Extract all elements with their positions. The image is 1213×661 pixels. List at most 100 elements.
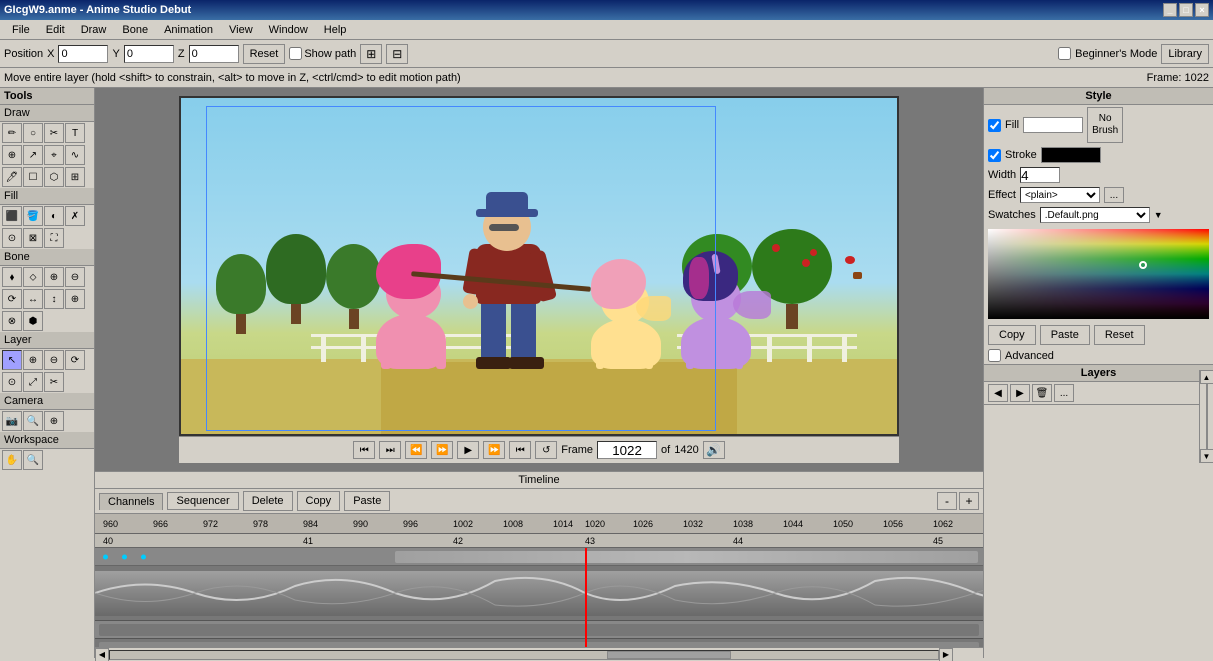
show-path-check[interactable]: Show path — [289, 47, 356, 60]
tool-draw-11[interactable]: ⬡ — [44, 167, 64, 187]
tool-fill-1[interactable]: ⬛ — [2, 206, 22, 226]
scroll-thumb-h[interactable] — [607, 651, 731, 659]
tool-fill-2[interactable]: 🪣 — [23, 206, 43, 226]
tool-draw-5[interactable]: ⊕ — [2, 145, 22, 165]
anim-prev-key[interactable]: ⏭ — [379, 441, 401, 459]
speaker-button[interactable]: 🔊 — [703, 441, 725, 459]
tool-layer-2[interactable]: ⊕ — [23, 350, 43, 370]
tool-camera-1[interactable]: 📷 — [2, 411, 22, 431]
menu-draw[interactable]: Draw — [73, 22, 115, 38]
width-input[interactable] — [1020, 167, 1060, 183]
layer-tool-4[interactable]: ... — [1054, 384, 1074, 402]
tool-camera-3[interactable]: ⊕ — [44, 411, 64, 431]
scroll-right-btn[interactable]: ▶ — [939, 648, 953, 661]
swatches-dropdown-icon[interactable]: ▼ — [1154, 210, 1163, 220]
window-controls[interactable]: _ □ × — [1163, 3, 1209, 17]
scroll-down-btn[interactable]: ▼ — [1200, 449, 1213, 463]
tool-draw-7[interactable]: ⌖ — [44, 145, 64, 165]
tool-draw-8[interactable]: ∿ — [65, 145, 85, 165]
reset-button[interactable]: Reset — [243, 44, 286, 64]
minimize-btn[interactable]: _ — [1163, 3, 1177, 17]
copy-style-btn[interactable]: Copy — [988, 325, 1036, 345]
z-input[interactable] — [189, 45, 239, 63]
y-input[interactable] — [124, 45, 174, 63]
tool-draw-1[interactable]: ✏ — [2, 123, 22, 143]
stroke-color[interactable] — [1041, 147, 1101, 163]
scroll-thumb-v[interactable] — [1206, 384, 1208, 449]
tool-bone-2[interactable]: ⬦ — [23, 267, 43, 287]
color-spectrum[interactable] — [988, 229, 1209, 319]
tool-fill-4[interactable]: ✗ — [65, 206, 85, 226]
tool-layer-7[interactable]: ✂ — [44, 372, 64, 392]
paste-button[interactable]: Paste — [344, 491, 390, 511]
tool-bone-6[interactable]: ↔ — [23, 289, 43, 309]
menu-edit[interactable]: Edit — [38, 22, 73, 38]
tool-bone-10[interactable]: ⬢ — [23, 311, 43, 331]
anim-play[interactable]: ▶ — [457, 441, 479, 459]
scroll-up-btn[interactable]: ▲ — [1200, 370, 1213, 384]
tool-draw-6[interactable]: ↗ — [23, 145, 43, 165]
tool-draw-10[interactable]: ☐ — [23, 167, 43, 187]
close-btn[interactable]: × — [1195, 3, 1209, 17]
frame-input[interactable] — [597, 441, 657, 459]
effect-select[interactable]: <plain> — [1020, 187, 1100, 203]
no-brush-btn[interactable]: NoBrush — [1087, 107, 1123, 143]
tool-layer-4[interactable]: ⟳ — [65, 350, 85, 370]
fill-color[interactable] — [1023, 117, 1083, 133]
reset-style-btn[interactable]: Reset — [1094, 325, 1145, 345]
icon-btn-1[interactable]: ⊞ — [360, 44, 382, 64]
tool-bone-9[interactable]: ⊗ — [2, 311, 22, 331]
effect-more-btn[interactable]: ... — [1104, 187, 1124, 203]
anim-next[interactable]: ⏩ — [431, 441, 453, 459]
icon-btn-2[interactable]: ⊟ — [386, 44, 408, 64]
beginner-mode-checkbox[interactable] — [1058, 47, 1071, 60]
anim-first[interactable]: ⏮ — [353, 441, 375, 459]
tool-fill-3[interactable]: ◐ — [44, 206, 64, 226]
tool-fill-6[interactable]: ⊠ — [23, 228, 43, 248]
timeline-scrollbar-h[interactable]: ◀ ▶ — [95, 647, 983, 661]
tool-bone-4[interactable]: ⊖ — [65, 267, 85, 287]
x-input[interactable] — [58, 45, 108, 63]
canvas-frame[interactable] — [179, 96, 899, 436]
menu-animation[interactable]: Animation — [156, 22, 221, 38]
tool-draw-4[interactable]: T — [65, 123, 85, 143]
tool-camera-2[interactable]: 🔍 — [23, 411, 43, 431]
tab-channels[interactable]: Channels — [99, 493, 163, 510]
layer-tool-3[interactable]: 🗑 — [1032, 384, 1052, 402]
paste-style-btn[interactable]: Paste — [1040, 325, 1090, 345]
tool-draw-3[interactable]: ✂ — [44, 123, 64, 143]
layer-tool-1[interactable]: ◀ — [988, 384, 1008, 402]
maximize-btn[interactable]: □ — [1179, 3, 1193, 17]
anim-prev[interactable]: ⏪ — [405, 441, 427, 459]
tool-bone-7[interactable]: ↕ — [44, 289, 64, 309]
tool-draw-2[interactable]: ○ — [23, 123, 43, 143]
anim-loop[interactable]: ↺ — [535, 441, 557, 459]
advanced-checkbox[interactable] — [988, 349, 1001, 362]
fill-checkbox[interactable] — [988, 119, 1001, 132]
zoom-in[interactable]: + — [959, 492, 979, 510]
beginner-mode-check[interactable]: Beginner's Mode — [1058, 47, 1157, 60]
anim-next-key[interactable]: ⏩ — [483, 441, 505, 459]
timeline-body[interactable] — [95, 548, 983, 647]
anim-last[interactable]: ⏮ — [509, 441, 531, 459]
library-button[interactable]: Library — [1161, 44, 1209, 64]
tool-workspace-2[interactable]: 🔍 — [23, 450, 43, 470]
tool-draw-12[interactable]: ⊞ — [65, 167, 85, 187]
menu-file[interactable]: File — [4, 22, 38, 38]
color-picker[interactable] — [988, 229, 1209, 319]
tool-layer-3[interactable]: ⊖ — [44, 350, 64, 370]
copy-button[interactable]: Copy — [297, 491, 341, 511]
tool-bone-1[interactable]: ⬧ — [2, 267, 22, 287]
zoom-out[interactable]: - — [937, 492, 957, 510]
tool-workspace-1[interactable]: ✋ — [2, 450, 22, 470]
menu-window[interactable]: Window — [261, 22, 316, 38]
tool-draw-9[interactable]: 🖊 — [2, 167, 22, 187]
scroll-left-btn[interactable]: ◀ — [95, 648, 109, 661]
menu-view[interactable]: View — [221, 22, 261, 38]
tool-layer-6[interactable]: ⤢ — [23, 372, 43, 392]
tab-sequencer[interactable]: Sequencer — [167, 492, 238, 510]
layer-tool-2[interactable]: ▶ — [1010, 384, 1030, 402]
tool-bone-8[interactable]: ⊕ — [65, 289, 85, 309]
tool-fill-7[interactable]: ⛶ — [44, 228, 64, 248]
show-path-checkbox[interactable] — [289, 47, 302, 60]
